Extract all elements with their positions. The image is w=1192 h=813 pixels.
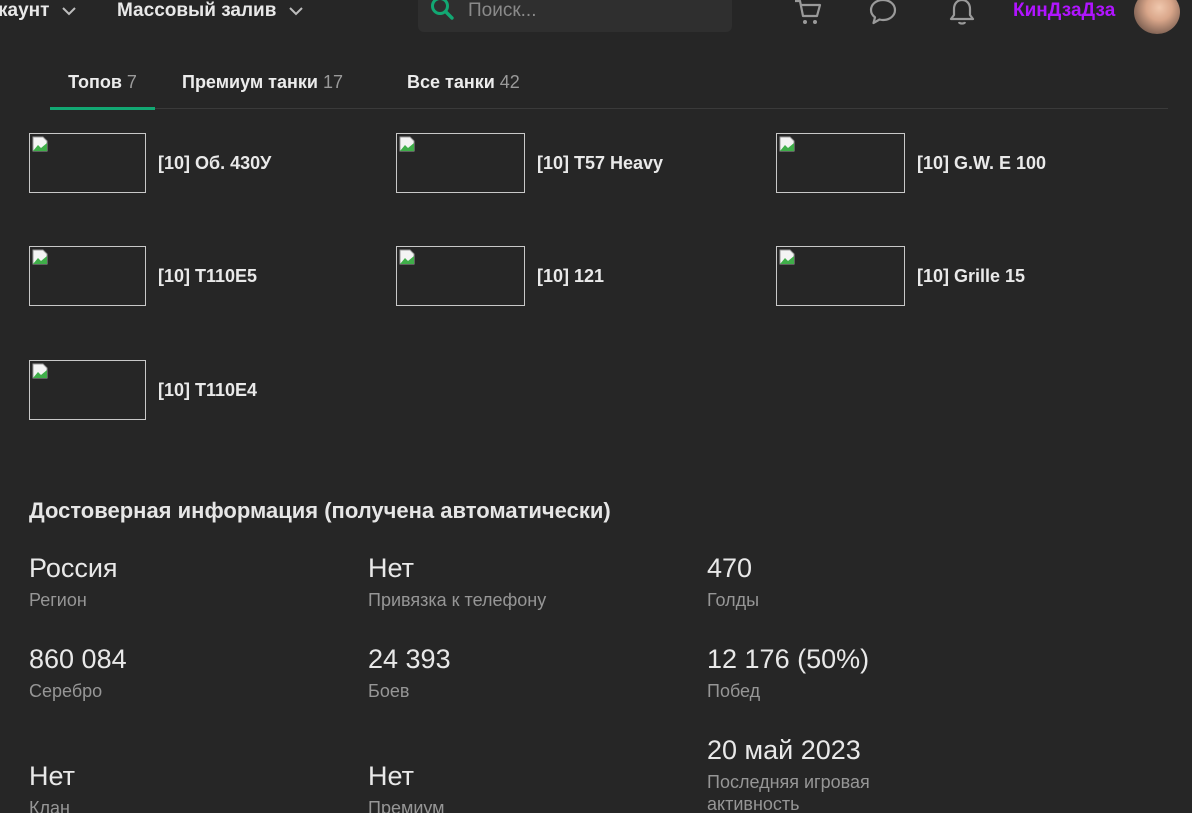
search-icon — [430, 0, 456, 27]
tank-item[interactable]: [10] G.W. E 100 — [776, 133, 1046, 193]
tank-name: [10] 121 — [537, 265, 605, 286]
info-last-activity: 20 май 2023 Последняя игровая активность — [707, 734, 927, 813]
tab-count: 17 — [322, 72, 343, 92]
username-link[interactable]: КинДзаДза — [1013, 0, 1115, 22]
tank-name: [10] Об. 430У — [158, 152, 272, 173]
search-input[interactable] — [468, 0, 718, 22]
tab-count: 42 — [499, 72, 520, 92]
info-label: Боев — [368, 681, 410, 701]
bell-icon[interactable] — [946, 0, 978, 28]
tank-item[interactable]: [10] T110E5 — [29, 246, 257, 306]
tab-label: Премиум танки — [182, 72, 318, 92]
info-value: Россия — [29, 553, 118, 583]
tank-item[interactable]: [10] Об. 430У — [29, 133, 271, 193]
broken-image-icon — [779, 249, 795, 265]
broken-image-icon — [779, 136, 795, 152]
tab-all-tanks[interactable]: Все танки 42 — [407, 56, 520, 109]
info-value: Нет — [368, 553, 414, 583]
chevron-down-icon — [61, 6, 77, 16]
tank-name: [10] Grille 15 — [917, 265, 1026, 286]
info-label: Клан — [29, 798, 70, 813]
info-value: Нет — [368, 761, 414, 791]
info-phone-binding: Нет Привязка к телефону — [368, 552, 688, 611]
broken-image-icon — [399, 136, 415, 152]
info-region: Россия Регион — [29, 552, 349, 611]
tank-image — [29, 360, 146, 420]
chevron-down-icon — [288, 6, 304, 16]
nav-mass-label: Массовый залив — [117, 0, 277, 21]
tab-label: Все танки — [407, 72, 495, 92]
tank-name: [10] T110E4 — [158, 379, 258, 400]
tab-label: Топов — [68, 72, 122, 92]
info-label: Серебро — [29, 681, 103, 701]
info-value: 860 084 — [29, 644, 127, 674]
cart-icon[interactable] — [792, 0, 824, 28]
info-label: Премиум — [368, 798, 445, 813]
info-label: Последняя игровая активность — [707, 772, 870, 813]
nav-account-label: каунт — [0, 0, 50, 21]
info-gold: 470 Голды — [707, 552, 1027, 611]
info-value: 12 176 (50%) — [707, 644, 870, 674]
info-section-title: Достоверная информация (получена автомат… — [29, 498, 611, 523]
broken-image-icon — [32, 249, 48, 265]
broken-image-icon — [32, 363, 48, 379]
info-label: Регион — [29, 590, 87, 610]
tank-image — [29, 133, 146, 193]
info-label: Привязка к телефону — [368, 590, 547, 610]
top-navbar: каунт Массовый залив КинДзаДза — [0, 0, 1192, 34]
tank-image — [396, 246, 525, 306]
tank-image — [776, 133, 905, 193]
nav-mass-upload-menu[interactable]: Массовый залив — [117, 0, 304, 22]
info-value: 24 393 — [368, 644, 451, 674]
tab-count: 7 — [126, 72, 137, 92]
info-battles: 24 393 Боев — [368, 643, 688, 702]
info-value: 470 — [707, 553, 753, 583]
broken-image-icon — [32, 136, 48, 152]
info-clan: Нет Клан — [29, 760, 349, 813]
search-box[interactable] — [418, 0, 732, 32]
tank-image — [776, 246, 905, 306]
info-label: Побед — [707, 681, 761, 701]
tank-image — [396, 133, 525, 193]
nav-account-menu[interactable]: каунт — [0, 0, 77, 22]
tank-tabs: Топов 7 Премиум танки 17 Все танки 42 — [50, 56, 1168, 110]
broken-image-icon — [399, 249, 415, 265]
avatar[interactable] — [1134, 0, 1180, 34]
tank-item[interactable]: [10] T110E4 — [29, 360, 257, 420]
info-silver: 860 084 Серебро — [29, 643, 349, 702]
tank-item[interactable]: [10] T57 Heavy — [396, 133, 663, 193]
info-premium: Нет Премиум — [368, 760, 688, 813]
tank-name: [10] T110E5 — [158, 265, 258, 286]
tank-image — [29, 246, 146, 306]
tank-name: [10] G.W. E 100 — [917, 152, 1047, 173]
info-value: Нет — [29, 761, 75, 791]
tank-item[interactable]: [10] 121 — [396, 246, 604, 306]
tank-name: [10] T57 Heavy — [537, 152, 664, 173]
info-label: Голды — [707, 590, 760, 610]
tab-tops[interactable]: Топов 7 — [50, 56, 155, 110]
info-wins: 12 176 (50%) Побед — [707, 643, 1027, 702]
info-value: 20 май 2023 — [707, 735, 861, 765]
tab-premium-tanks[interactable]: Премиум танки 17 — [182, 56, 343, 109]
chat-bubble-icon[interactable] — [867, 0, 899, 28]
tank-item[interactable]: [10] Grille 15 — [776, 246, 1025, 306]
